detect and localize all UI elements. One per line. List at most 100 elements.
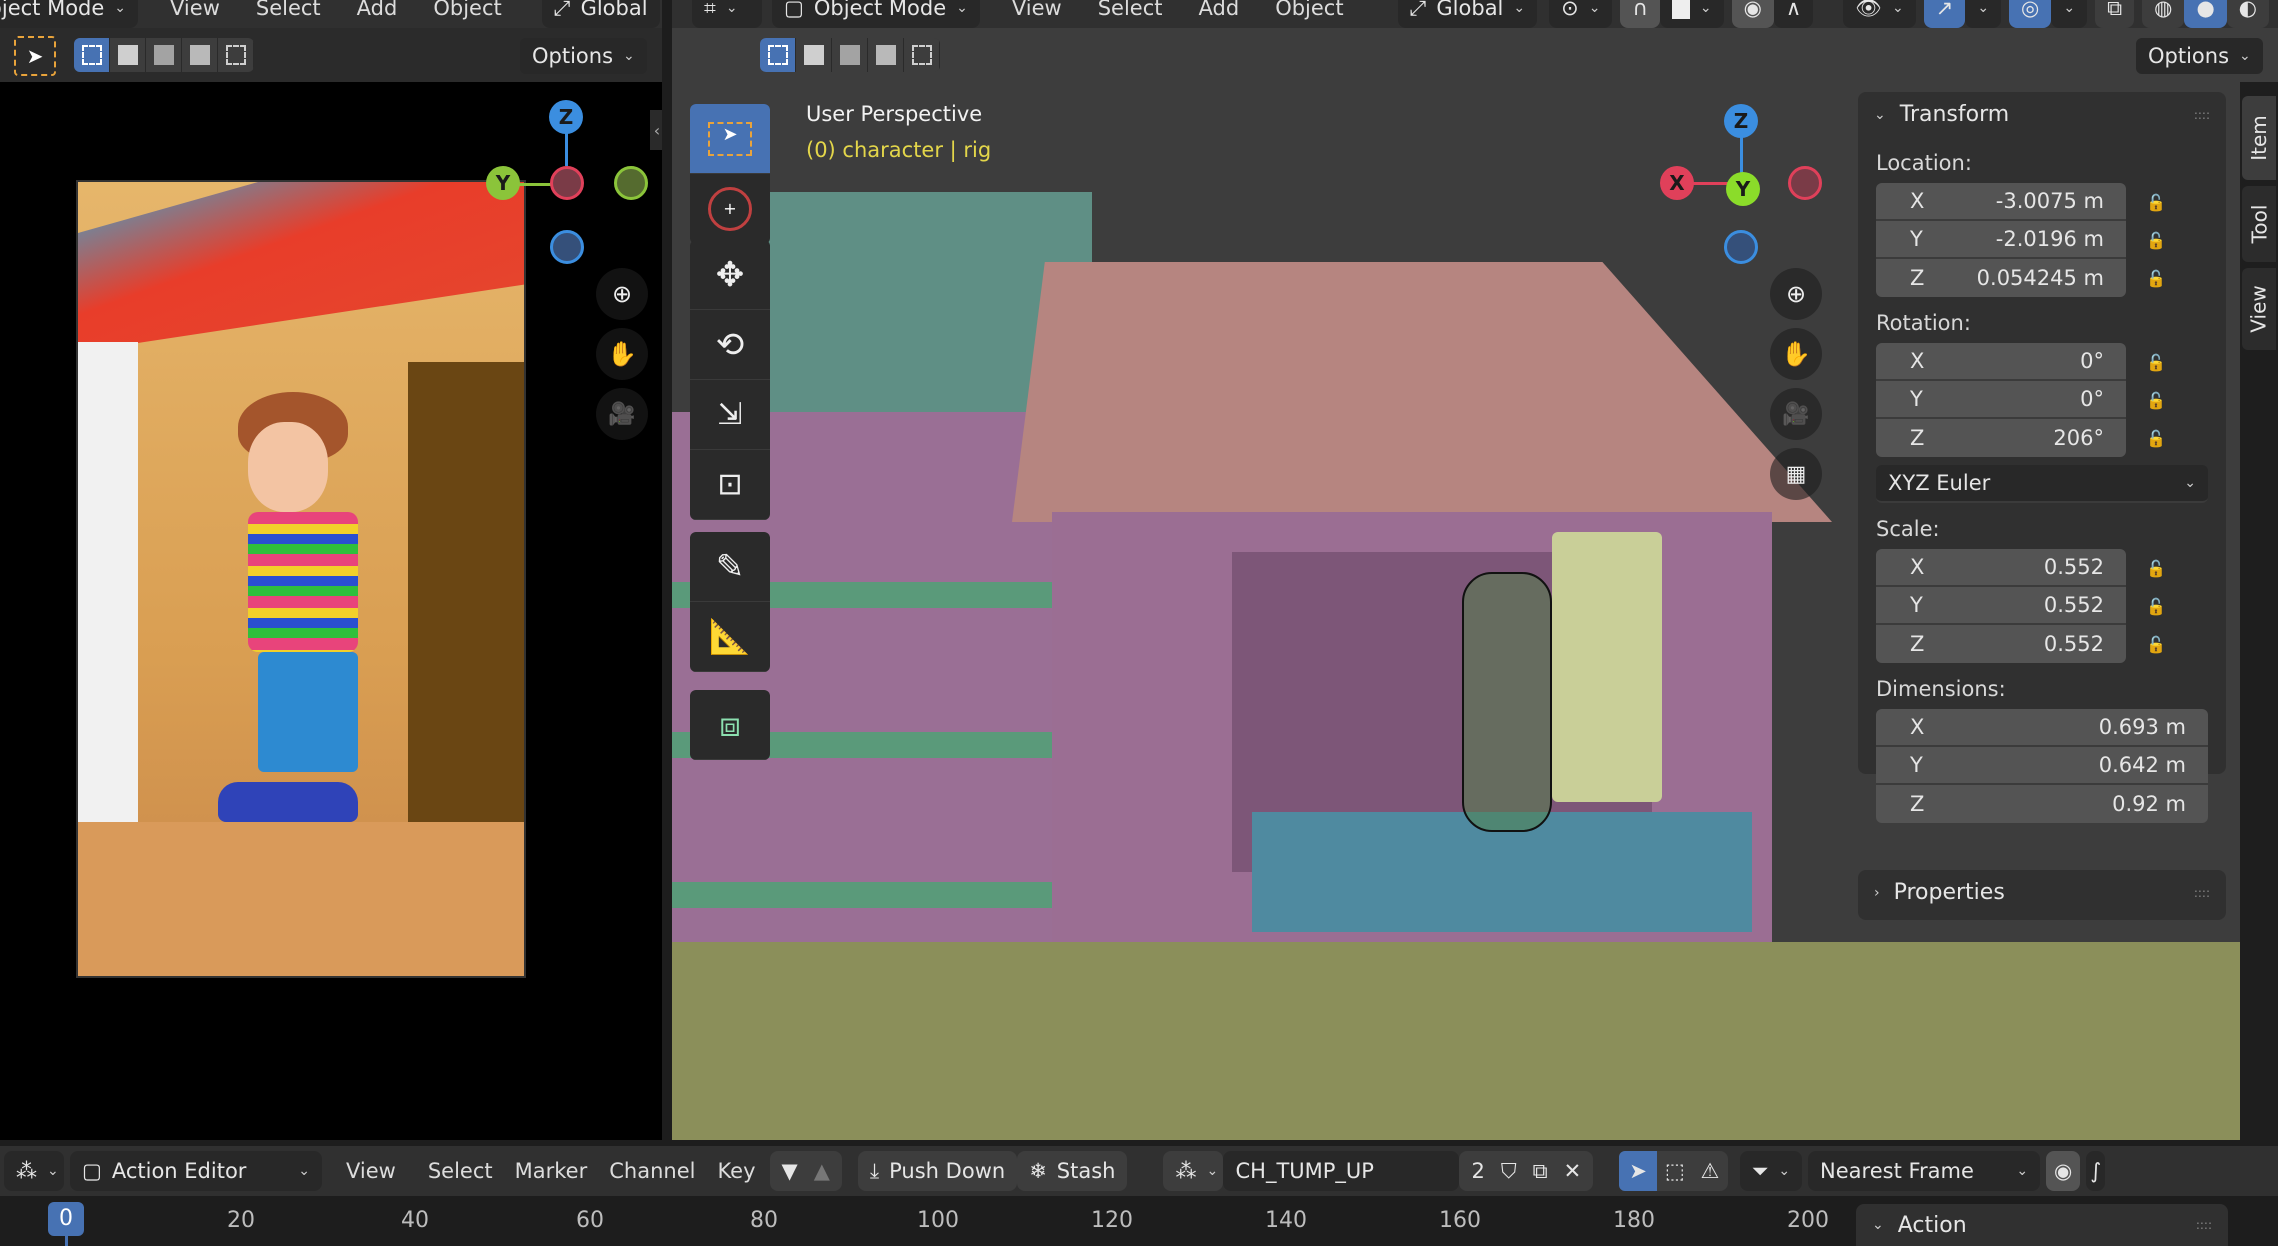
select-box-tool[interactable]: ➤ [690, 104, 770, 174]
location-y-field[interactable]: Y -2.0196 m [1876, 221, 2126, 259]
add-cube-tool[interactable]: ⧈ [690, 690, 770, 760]
gizmo-dropdown[interactable]: ⌄ [1965, 0, 2002, 28]
gizmo-neg-y-button[interactable] [614, 166, 648, 200]
scale-z-field[interactable]: Z 0.552 [1876, 625, 2126, 663]
menu-add[interactable]: Add [339, 0, 416, 20]
gizmo-z-button[interactable]: Z [549, 100, 583, 134]
current-frame-indicator[interactable]: 0 [48, 1202, 84, 1236]
menu-select[interactable]: Select [238, 0, 339, 20]
snap-mode-dropdown[interactable]: Nearest Frame ⌄ [1808, 1151, 2041, 1191]
transform-tool[interactable]: ⊡ [690, 450, 770, 520]
unlock-icon[interactable]: 🔓 [2126, 559, 2186, 578]
area-divider[interactable] [662, 0, 672, 1146]
select-invert-button[interactable] [868, 38, 904, 72]
menu-object[interactable]: Object [1257, 0, 1361, 20]
layer-down-icon[interactable]: ▼ [782, 1159, 798, 1183]
users-count[interactable]: 2 [1471, 1159, 1484, 1183]
pivot-dropdown[interactable]: ⊙ ⌄ [1549, 0, 1613, 28]
menu-object[interactable]: Object [415, 0, 519, 20]
gizmo-z-button[interactable]: Z [1724, 104, 1758, 138]
select-tool-button[interactable]: ➤ [14, 36, 56, 76]
left-orientation-dropdown[interactable]: ⤢ Global [541, 0, 660, 28]
wireframe-shading-button[interactable]: ◍ [2142, 0, 2185, 28]
visibility-dropdown[interactable]: 👁 ⌄ [1843, 0, 1916, 28]
zoom-view-button[interactable]: ⊕ [596, 268, 648, 320]
gizmo-x-button[interactable]: X [1660, 166, 1694, 200]
snap-target-dropdown[interactable]: ⌄ [1659, 0, 1724, 28]
layer-up-icon[interactable]: ▲ [814, 1159, 830, 1183]
unlock-icon[interactable]: 🔓 [2126, 635, 2186, 654]
select-new-button[interactable] [74, 38, 110, 72]
scale-y-field[interactable]: Y 0.552 [1876, 587, 2126, 625]
duplicate-icon[interactable]: ⧉ [1533, 1159, 1548, 1184]
dimensions-z-field[interactable]: Z 0.92 m [1876, 785, 2208, 823]
camera-viewport[interactable]: Z Y ‹ ⊕ ✋ 🎥 [0, 82, 664, 1140]
warning-icon[interactable]: ⚠ [1693, 1151, 1728, 1191]
unlock-icon[interactable]: 🔓 [2126, 269, 2186, 288]
unlock-icon[interactable]: 🔓 [2126, 597, 2186, 616]
scale-tool[interactable]: ⇲ [690, 380, 770, 450]
gizmo-neg-x-button[interactable] [1788, 166, 1822, 200]
menu-view[interactable]: View [328, 1159, 414, 1183]
move-tool[interactable]: ✥ [690, 240, 770, 310]
unlock-icon[interactable]: 🔓 [2126, 193, 2186, 212]
character-rig-wireframe[interactable] [1462, 572, 1552, 832]
cursor-tool[interactable]: + [690, 174, 770, 244]
transform-panel-header[interactable]: ⌄ Transform :::: [1858, 92, 2226, 137]
timeline-ruler[interactable]: 0 20 40 60 80 100 120 140 160 180 200 ⌄ … [0, 1196, 2278, 1246]
ortho-toggle-button[interactable]: ▦ [1770, 448, 1822, 500]
select-intersect-button[interactable] [904, 38, 940, 72]
gizmo-neg-x-button[interactable] [550, 166, 584, 200]
pan-view-button[interactable]: ✋ [1770, 328, 1822, 380]
unlock-icon[interactable]: 🔓 [2126, 391, 2186, 410]
pan-view-button[interactable]: ✋ [596, 328, 648, 380]
select-extend-button[interactable] [796, 38, 832, 72]
menu-add[interactable]: Add [1181, 0, 1258, 20]
menu-select[interactable]: Select [420, 1159, 501, 1183]
falloff-dropdown[interactable]: ∧ [1773, 0, 1814, 28]
drag-handle-icon[interactable]: :::: [2194, 108, 2210, 122]
solid-shading-button[interactable]: ● [2184, 0, 2227, 28]
browse-action-dropdown[interactable]: ⁂ ⌄ [1163, 1151, 1224, 1191]
select-extend-button[interactable] [110, 38, 146, 72]
menu-key[interactable]: Key [709, 1159, 763, 1183]
rotation-x-field[interactable]: X 0° [1876, 343, 2126, 381]
filters-dropdown[interactable]: ⏷ ⌄ [1739, 1151, 1803, 1191]
measure-tool[interactable]: 📐 [690, 602, 770, 672]
rotation-y-field[interactable]: Y 0° [1876, 381, 2126, 419]
rotate-tool[interactable]: ⟲ [690, 310, 770, 380]
unlock-icon[interactable]: 🔓 [2126, 353, 2186, 372]
select-subtract-button[interactable] [146, 38, 182, 72]
overlays-toggle[interactable]: ◎ [2009, 0, 2052, 28]
show-hidden-icon[interactable]: ⬚ [1657, 1151, 1693, 1191]
dimensions-y-field[interactable]: Y 0.642 m [1876, 747, 2208, 785]
gizmo-toggle[interactable]: ↗ [1923, 0, 1966, 28]
left-options-button[interactable]: Options ⌄ [520, 38, 647, 74]
zoom-view-button[interactable]: ⊕ [1770, 268, 1822, 320]
action-side-panel-header[interactable]: ⌄ Action :::: [1856, 1204, 2228, 1246]
gizmo-neg-z-button[interactable] [1724, 230, 1758, 264]
gizmo-neg-z-button[interactable] [550, 230, 584, 264]
select-intersect-button[interactable] [218, 38, 254, 72]
editor-type-dropdown[interactable]: ⌗ ⌄ [692, 0, 762, 28]
proportional-edit-toggle[interactable]: ◉ [2046, 1151, 2081, 1191]
location-x-field[interactable]: X -3.0075 m [1876, 183, 2126, 221]
only-selected-icon[interactable]: ➤ [1619, 1151, 1657, 1191]
tab-tool[interactable]: Tool [2242, 186, 2276, 262]
main-mode-dropdown[interactable]: ▢ Object Mode ⌄ [772, 0, 980, 28]
drag-handle-icon[interactable]: :::: [2196, 1218, 2212, 1232]
falloff-dropdown[interactable]: ∫ [2086, 1151, 2106, 1191]
tab-item[interactable]: Item [2242, 96, 2276, 180]
overlays-dropdown[interactable]: ⌄ [2051, 0, 2088, 28]
stash-button[interactable]: ❄ Stash [1017, 1151, 1128, 1191]
select-new-button[interactable] [760, 38, 796, 72]
rotation-mode-dropdown[interactable]: XYZ Euler ⌄ [1876, 465, 2208, 503]
fake-user-shield-icon[interactable]: ⛉ [1501, 1159, 1517, 1184]
drag-handle-icon[interactable]: :::: [2194, 886, 2210, 900]
scale-x-field[interactable]: X 0.552 [1876, 549, 2126, 587]
gizmo-y-button[interactable]: Y [1726, 172, 1760, 206]
menu-marker[interactable]: Marker [507, 1159, 596, 1183]
snap-toggle[interactable]: ∩ [1620, 0, 1660, 28]
location-z-field[interactable]: Z 0.054245 m [1876, 259, 2126, 297]
action-name-field[interactable]: CH_TUMP_UP [1223, 1151, 1460, 1191]
